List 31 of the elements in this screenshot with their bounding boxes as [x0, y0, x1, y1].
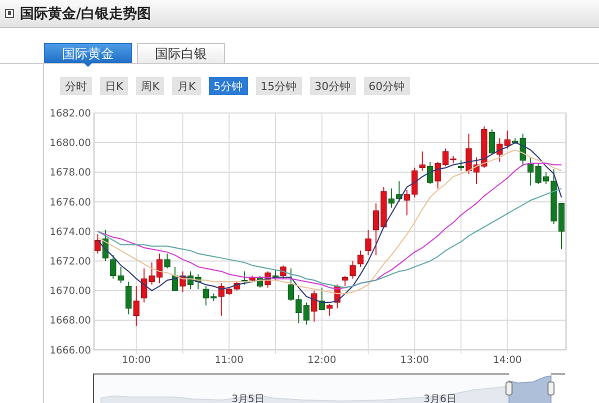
range-handle[interactable] [548, 382, 554, 396]
axis-label: 1676.00 [50, 197, 91, 208]
period-button[interactable]: 15分钟 [256, 77, 302, 95]
axis-label: 12:00 [307, 355, 336, 366]
market-tab[interactable]: 国际黄金 [44, 43, 132, 63]
axis-label: 11:00 [214, 355, 244, 366]
date-label: 3月5日 [232, 394, 264, 403]
axis-label: 1668.00 [50, 316, 91, 327]
period-button[interactable]: 日K [100, 77, 128, 95]
period-button[interactable]: 5分钟 [208, 77, 248, 95]
period-button[interactable]: 分时 [60, 77, 92, 95]
tab-pointer-icon [84, 63, 92, 67]
axis-label: 1678.00 [50, 168, 91, 179]
axis-label: 10:00 [122, 355, 151, 366]
market-tab[interactable]: 国际白银 [137, 43, 225, 63]
window-title: 国际黄金/白银走势图 [20, 4, 152, 22]
axis-label: 1674.00 [50, 226, 91, 238]
axis-label: 13:00 [400, 355, 430, 366]
axis-label: 1682.00 [50, 108, 91, 120]
axis-label: 1670.00 [50, 286, 91, 298]
period-button[interactable]: 周K [136, 77, 164, 95]
axis-label: 1666.00 [50, 345, 91, 356]
period-button[interactable]: 30分钟 [310, 77, 356, 95]
axis-label: 1672.00 [50, 256, 91, 268]
axis-label: 1680.00 [50, 138, 91, 150]
range-handle[interactable] [506, 382, 512, 396]
period-button[interactable]: 月K [172, 77, 201, 95]
axis-label: 14:00 [492, 355, 522, 366]
date-label: 3月6日 [424, 394, 456, 403]
book-icon [5, 9, 14, 18]
period-button[interactable]: 60分钟 [364, 77, 410, 95]
